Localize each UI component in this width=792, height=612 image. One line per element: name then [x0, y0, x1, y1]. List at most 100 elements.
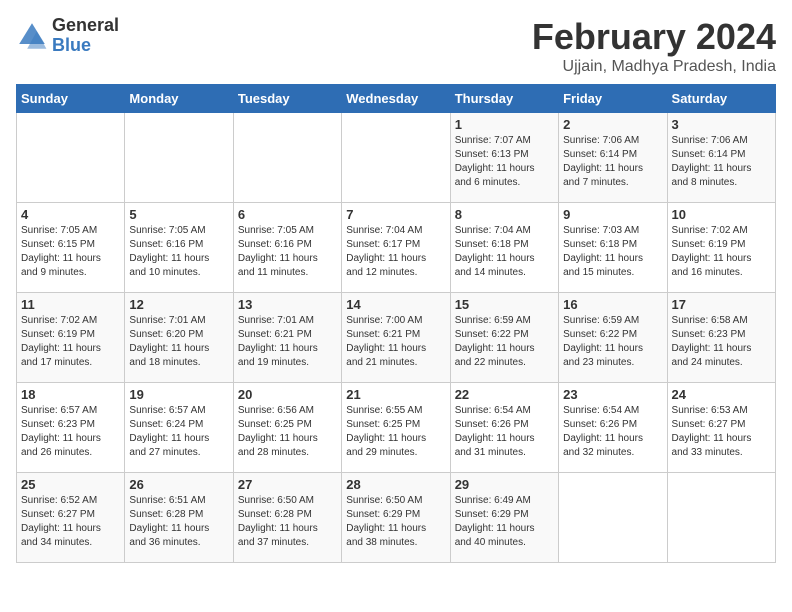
day-cell: 27 Sunrise: 6:50 AM Sunset: 6:28 PM Dayli… — [233, 473, 341, 563]
logo-blue: Blue — [52, 36, 119, 56]
day-cell: 3Sunrise: 7:06 AM Sunset: 6:14 PM Daylig… — [667, 113, 775, 203]
day-number: 6 — [238, 207, 337, 222]
day-info: Sunrise: 6:58 AM Sunset: 6:23 PM Dayligh… — [672, 314, 771, 370]
col-header-saturday: Saturday — [667, 85, 775, 113]
day-info: Sunrise: 6:59 AM Sunset: 6:22 PM Dayligh… — [563, 314, 662, 370]
day-cell: 24Sunrise: 6:53 AM Sunset: 6:27 PM Dayli… — [667, 383, 775, 473]
day-info: Sunrise: 7:05 AM Sunset: 6:16 PM Dayligh… — [238, 224, 337, 280]
day-info: Sunrise: 7:05 AM Sunset: 6:16 PM Dayligh… — [129, 224, 228, 280]
day-cell: 17 Sunrise: 6:58 AM Sunset: 6:23 PM Dayli… — [667, 293, 775, 383]
day-cell: 12Sunrise: 7:01 AM Sunset: 6:20 PM Dayli… — [125, 293, 233, 383]
week-row-3: 18 Sunrise: 6:57 AM Sunset: 6:23 PM Dayli… — [17, 383, 776, 473]
day-number: 2 — [563, 117, 662, 132]
day-cell: 15 Sunrise: 6:59 AM Sunset: 6:22 PM Dayli… — [450, 293, 558, 383]
day-cell: 5 Sunrise: 7:05 AM Sunset: 6:16 PM Daylig… — [125, 203, 233, 293]
day-number: 4 — [21, 207, 120, 222]
day-cell: 7 Sunrise: 7:04 AM Sunset: 6:17 PM Daylig… — [342, 203, 450, 293]
day-number: 17 — [672, 297, 771, 312]
day-info: Sunrise: 6:54 AM Sunset: 6:26 PM Dayligh… — [563, 404, 662, 460]
day-info: Sunrise: 6:49 AM Sunset: 6:29 PM Dayligh… — [455, 494, 554, 550]
day-info: Sunrise: 6:57 AM Sunset: 6:23 PM Dayligh… — [21, 404, 120, 460]
day-info: Sunrise: 7:04 AM Sunset: 6:18 PM Dayligh… — [455, 224, 554, 280]
day-cell: 1Sunrise: 7:07 AM Sunset: 6:13 PM Daylig… — [450, 113, 558, 203]
day-number: 23 — [563, 387, 662, 402]
day-info: Sunrise: 6:52 AM Sunset: 6:27 PM Dayligh… — [21, 494, 120, 550]
day-cell: 20 Sunrise: 6:56 AM Sunset: 6:25 PM Dayli… — [233, 383, 341, 473]
page-header: General Blue February 2024 Ujjain, Madhy… — [16, 16, 776, 76]
day-cell: 6 Sunrise: 7:05 AM Sunset: 6:16 PM Daylig… — [233, 203, 341, 293]
day-cell: 2 Sunrise: 7:06 AM Sunset: 6:14 PM Daylig… — [559, 113, 667, 203]
day-cell: 25Sunrise: 6:52 AM Sunset: 6:27 PM Dayli… — [17, 473, 125, 563]
day-cell: 16 Sunrise: 6:59 AM Sunset: 6:22 PM Dayli… — [559, 293, 667, 383]
day-cell: 21 Sunrise: 6:55 AM Sunset: 6:25 PM Dayli… — [342, 383, 450, 473]
day-number: 16 — [563, 297, 662, 312]
day-info: Sunrise: 6:56 AM Sunset: 6:25 PM Dayligh… — [238, 404, 337, 460]
day-info: Sunrise: 6:50 AM Sunset: 6:28 PM Dayligh… — [238, 494, 337, 550]
month-title: February 2024 — [532, 16, 776, 58]
day-number: 10 — [672, 207, 771, 222]
day-cell: 28Sunrise: 6:50 AM Sunset: 6:29 PM Dayli… — [342, 473, 450, 563]
day-cell: 29 Sunrise: 6:49 AM Sunset: 6:29 PM Dayli… — [450, 473, 558, 563]
day-cell: 9 Sunrise: 7:03 AM Sunset: 6:18 PM Daylig… — [559, 203, 667, 293]
col-header-thursday: Thursday — [450, 85, 558, 113]
location: Ujjain, Madhya Pradesh, India — [532, 58, 776, 76]
day-number: 26 — [129, 477, 228, 492]
day-info: Sunrise: 6:51 AM Sunset: 6:28 PM Dayligh… — [129, 494, 228, 550]
day-cell: 14 Sunrise: 7:00 AM Sunset: 6:21 PM Dayli… — [342, 293, 450, 383]
day-number: 27 — [238, 477, 337, 492]
day-cell — [17, 113, 125, 203]
day-cell — [125, 113, 233, 203]
day-info: Sunrise: 7:02 AM Sunset: 6:19 PM Dayligh… — [672, 224, 771, 280]
week-row-1: 4 Sunrise: 7:05 AM Sunset: 6:15 PM Daylig… — [17, 203, 776, 293]
col-header-wednesday: Wednesday — [342, 85, 450, 113]
day-info: Sunrise: 6:53 AM Sunset: 6:27 PM Dayligh… — [672, 404, 771, 460]
day-info: Sunrise: 7:02 AM Sunset: 6:19 PM Dayligh… — [21, 314, 120, 370]
day-info: Sunrise: 7:05 AM Sunset: 6:15 PM Dayligh… — [21, 224, 120, 280]
day-info: Sunrise: 7:04 AM Sunset: 6:17 PM Dayligh… — [346, 224, 445, 280]
logo-icon — [16, 20, 48, 52]
day-info: Sunrise: 7:01 AM Sunset: 6:21 PM Dayligh… — [238, 314, 337, 370]
day-cell — [233, 113, 341, 203]
day-cell: 22Sunrise: 6:54 AM Sunset: 6:26 PM Dayli… — [450, 383, 558, 473]
day-cell: 26 Sunrise: 6:51 AM Sunset: 6:28 PM Dayli… — [125, 473, 233, 563]
day-number: 19 — [129, 387, 228, 402]
col-header-friday: Friday — [559, 85, 667, 113]
day-number: 29 — [455, 477, 554, 492]
week-row-4: 25Sunrise: 6:52 AM Sunset: 6:27 PM Dayli… — [17, 473, 776, 563]
day-info: Sunrise: 6:55 AM Sunset: 6:25 PM Dayligh… — [346, 404, 445, 460]
logo-general: General — [52, 16, 119, 36]
day-number: 28 — [346, 477, 445, 492]
col-header-tuesday: Tuesday — [233, 85, 341, 113]
day-cell — [342, 113, 450, 203]
day-number: 14 — [346, 297, 445, 312]
day-cell: 18 Sunrise: 6:57 AM Sunset: 6:23 PM Dayli… — [17, 383, 125, 473]
col-header-monday: Monday — [125, 85, 233, 113]
day-cell: 4 Sunrise: 7:05 AM Sunset: 6:15 PM Daylig… — [17, 203, 125, 293]
day-number: 20 — [238, 387, 337, 402]
col-header-sunday: Sunday — [17, 85, 125, 113]
day-number: 8 — [455, 207, 554, 222]
day-number: 7 — [346, 207, 445, 222]
day-cell: 13 Sunrise: 7:01 AM Sunset: 6:21 PM Dayli… — [233, 293, 341, 383]
day-number: 9 — [563, 207, 662, 222]
day-info: Sunrise: 7:06 AM Sunset: 6:14 PM Dayligh… — [672, 134, 771, 190]
day-info: Sunrise: 6:59 AM Sunset: 6:22 PM Dayligh… — [455, 314, 554, 370]
day-cell — [667, 473, 775, 563]
day-number: 13 — [238, 297, 337, 312]
calendar-table: SundayMondayTuesdayWednesdayThursdayFrid… — [16, 84, 776, 563]
logo-text: General Blue — [52, 16, 119, 56]
day-cell: 23 Sunrise: 6:54 AM Sunset: 6:26 PM Dayli… — [559, 383, 667, 473]
day-cell: 19 Sunrise: 6:57 AM Sunset: 6:24 PM Dayli… — [125, 383, 233, 473]
day-info: Sunrise: 7:00 AM Sunset: 6:21 PM Dayligh… — [346, 314, 445, 370]
day-info: Sunrise: 6:57 AM Sunset: 6:24 PM Dayligh… — [129, 404, 228, 460]
day-number: 21 — [346, 387, 445, 402]
logo: General Blue — [16, 16, 119, 56]
day-number: 11 — [21, 297, 120, 312]
day-number: 15 — [455, 297, 554, 312]
day-cell: 8 Sunrise: 7:04 AM Sunset: 6:18 PM Daylig… — [450, 203, 558, 293]
day-cell: 10 Sunrise: 7:02 AM Sunset: 6:19 PM Dayli… — [667, 203, 775, 293]
day-info: Sunrise: 7:06 AM Sunset: 6:14 PM Dayligh… — [563, 134, 662, 190]
day-info: Sunrise: 7:03 AM Sunset: 6:18 PM Dayligh… — [563, 224, 662, 280]
day-number: 5 — [129, 207, 228, 222]
day-number: 18 — [21, 387, 120, 402]
